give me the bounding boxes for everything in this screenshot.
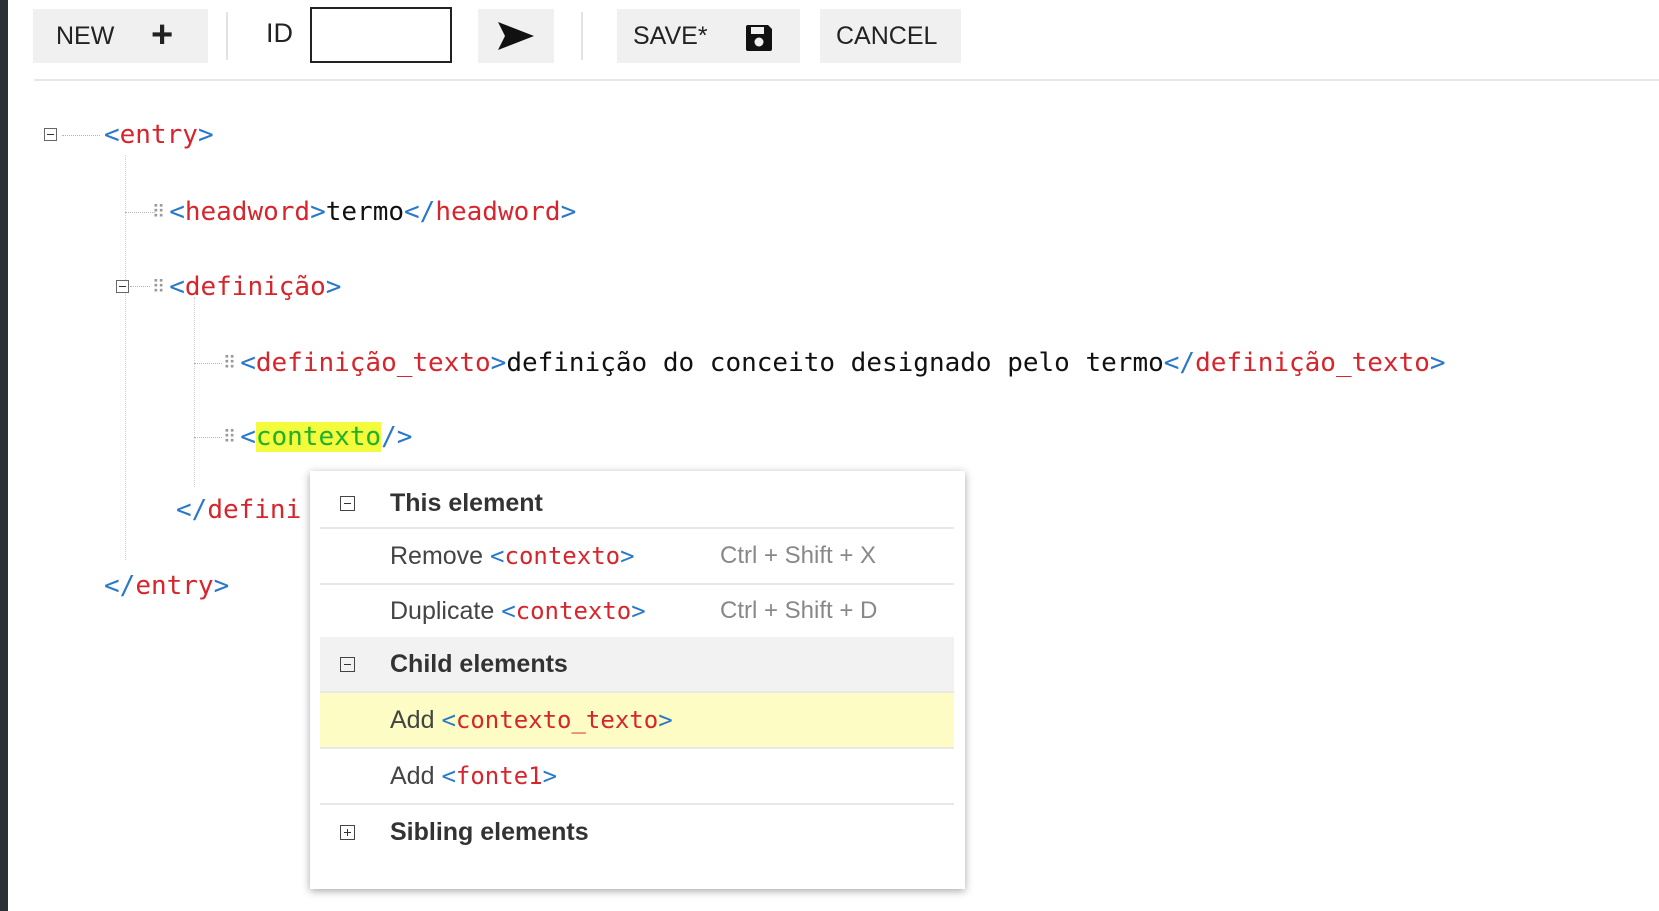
tag-name: defini [207, 495, 302, 525]
go-button[interactable] [478, 9, 554, 63]
tag-name: headword [435, 197, 561, 227]
tag-name: headword [184, 197, 311, 227]
send-arrow-icon [498, 22, 534, 50]
menu-item-label: Remove [390, 541, 484, 570]
tree-guide [125, 155, 126, 560]
collapse-entry-toggle[interactable] [44, 128, 57, 141]
element-text[interactable]: definição do conceito designado pelo ter… [506, 348, 1163, 378]
tree-guide [194, 297, 195, 487]
tree-node-entry-close[interactable]: </entry > [104, 568, 229, 604]
tag-name: definição [184, 272, 326, 302]
menu-item-label: Add [390, 705, 435, 734]
tag-name: entry [135, 571, 214, 601]
tree-node-definicao-close[interactable]: </defini [176, 492, 301, 528]
tree-node-headword[interactable]: ⠿ < headword > termo </headword > [152, 194, 576, 230]
selected-tag-name: contexto [255, 422, 382, 452]
new-label: NEW [56, 21, 115, 50]
drag-handle-icon[interactable]: ⠿ [223, 427, 236, 448]
collapse-definicao-toggle[interactable] [116, 280, 129, 293]
floppy-disk-icon [746, 25, 772, 51]
expand-icon [340, 824, 355, 840]
drag-handle-icon[interactable]: ⠿ [152, 277, 165, 298]
new-button[interactable]: NEW + [33, 9, 208, 63]
tree-guide [194, 437, 222, 438]
tag-name: contexto [515, 596, 632, 625]
drag-handle-icon[interactable]: ⠿ [152, 202, 165, 223]
tag-name: definição_texto [255, 348, 491, 378]
save-label: SAVE* [633, 21, 708, 50]
tree-guide [125, 212, 155, 213]
menu-item-remove[interactable]: Remove <contexto> Ctrl + Shift + X [320, 529, 954, 583]
tree-guide [130, 286, 150, 287]
collapse-icon [340, 656, 355, 672]
tag-name: contexto [504, 541, 621, 570]
menu-item-add-contexto-texto[interactable]: Add <contexto_texto> [320, 693, 954, 747]
menu-section-this-element[interactable]: This element [320, 479, 954, 527]
toolbar-divider-line [34, 79, 1659, 81]
id-input[interactable] [310, 7, 452, 63]
context-menu: This element Remove <contexto> Ctrl + Sh… [310, 471, 965, 889]
tag-name: contexto_texto [455, 705, 659, 734]
save-button[interactable]: SAVE* [617, 9, 800, 63]
tree-node-definicao-texto[interactable]: ⠿ < definição_texto > definição do conceito… [223, 345, 1446, 381]
menu-item-label: Add [390, 761, 435, 790]
menu-item-add-fonte1[interactable]: Add <fonte1> [320, 749, 954, 803]
toolbar-divider [581, 12, 583, 60]
menu-item-label: Duplicate [390, 596, 495, 625]
id-label: ID [266, 18, 293, 48]
tree-node-entry[interactable]: < entry > [104, 117, 214, 153]
tag-name: definição_texto [1195, 348, 1430, 378]
cancel-button[interactable]: CANCEL [820, 9, 961, 63]
element-text[interactable]: termo [326, 197, 404, 227]
menu-section-child-elements[interactable]: Child elements [320, 637, 954, 691]
plus-icon: + [151, 14, 174, 56]
section-label: Child elements [390, 649, 568, 678]
section-label: Sibling elements [390, 817, 589, 846]
drag-handle-icon[interactable]: ⠿ [223, 353, 236, 374]
cancel-label: CANCEL [836, 21, 938, 50]
tree-guide [194, 363, 222, 364]
keyboard-shortcut: Ctrl + Shift + D [720, 597, 878, 624]
xml-editor: NEW + ID SAVE* CANCEL < entry > ⠿ < headwor… [8, 0, 1659, 911]
tree-node-contexto[interactable]: ⠿ < contexto/> [223, 419, 412, 455]
collapse-icon [340, 495, 355, 511]
tree-node-definicao[interactable]: ⠿ < definição > [152, 269, 341, 305]
tag-name: entry [119, 120, 198, 150]
menu-section-sibling-elements[interactable]: Sibling elements [320, 805, 954, 859]
section-label: This element [390, 488, 543, 517]
tag-name: fonte1 [455, 761, 543, 790]
tree-guide [62, 135, 100, 136]
keyboard-shortcut: Ctrl + Shift + X [720, 542, 877, 569]
toolbar-divider [226, 12, 228, 60]
menu-item-duplicate[interactable]: Duplicate <contexto> Ctrl + Shift + D [320, 585, 954, 637]
